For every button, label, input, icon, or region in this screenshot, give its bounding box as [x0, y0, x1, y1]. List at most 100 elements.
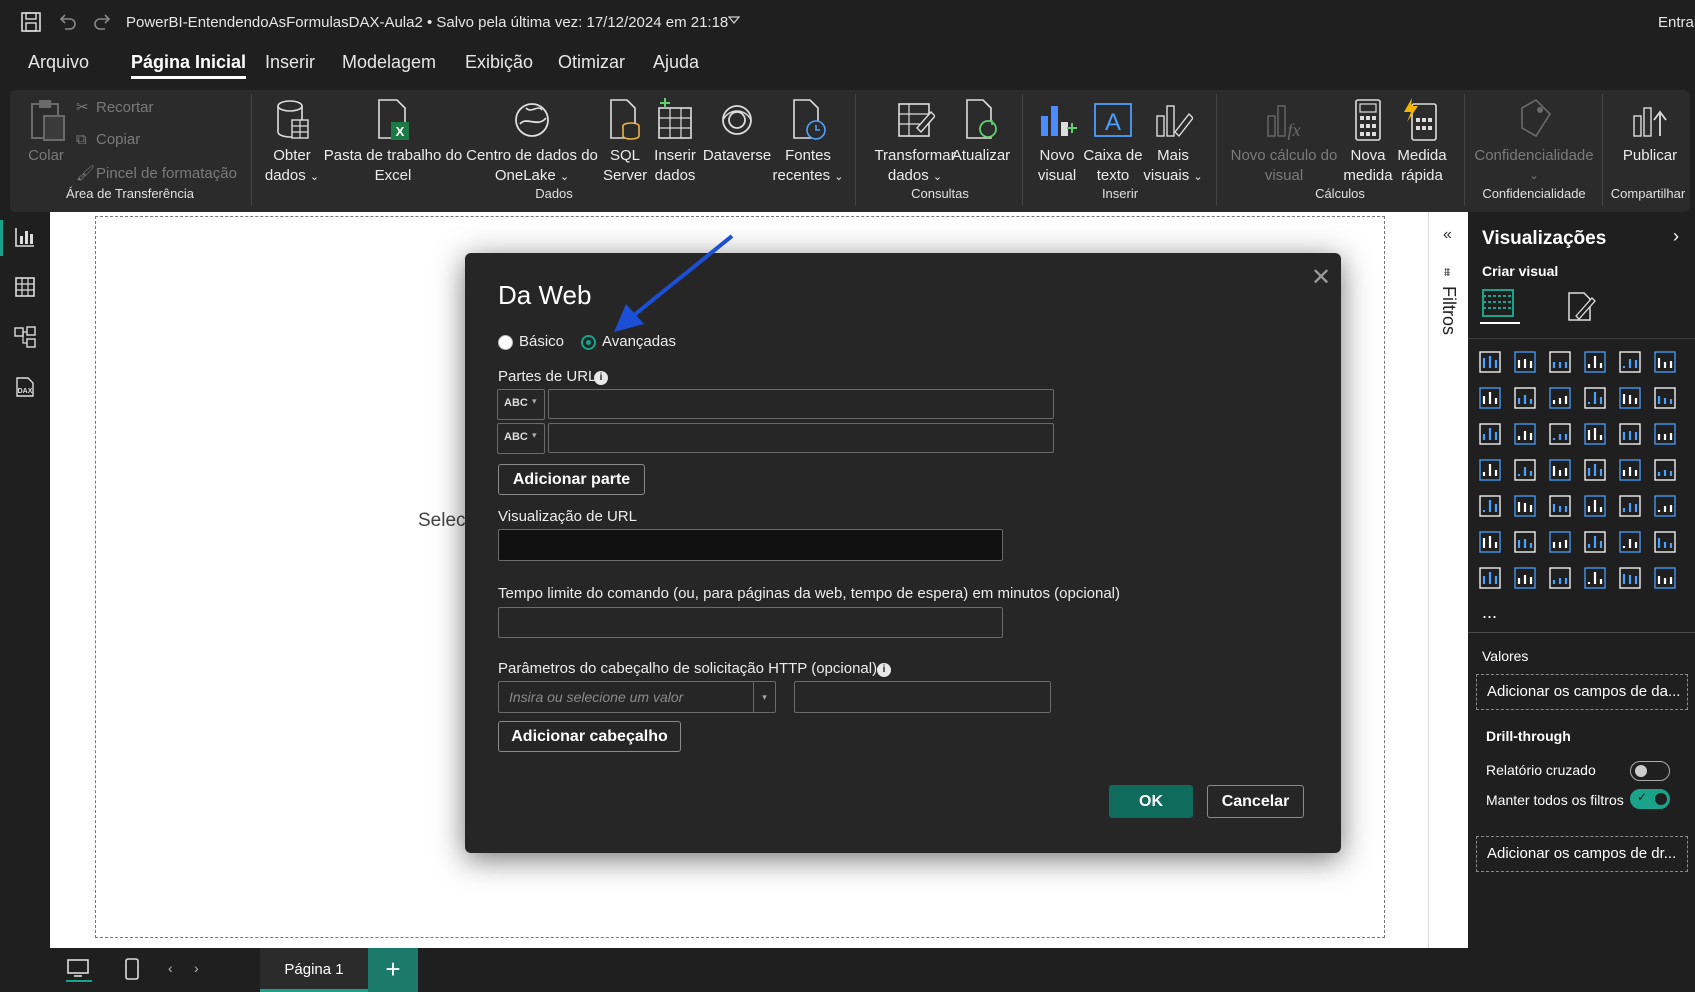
keep-filters-toggle[interactable]: ✓ [1630, 789, 1670, 809]
undo-icon[interactable] [56, 11, 78, 33]
line-chart-icon[interactable] [1478, 386, 1502, 410]
100-stacked-area-chart-icon[interactable] [1583, 386, 1607, 410]
visual-calculation-button[interactable]: fx Novo cálculo do visual [1226, 98, 1342, 186]
url-part-input-1[interactable] [548, 389, 1054, 419]
funnel-chart-icon[interactable] [1548, 422, 1572, 446]
chevron-left-icon[interactable]: ‹ [168, 960, 173, 976]
cut-button[interactable]: ✂ Recortar [76, 98, 154, 116]
values-drop-zone[interactable]: Adicionar os campos de da... [1476, 674, 1688, 710]
publish-button[interactable]: Publicar [1612, 98, 1688, 166]
chevron-right-icon[interactable]: › [194, 960, 199, 976]
close-icon[interactable]: ✕ [1311, 263, 1331, 292]
copy-button[interactable]: ⧉ Copiar [76, 131, 140, 148]
table-icon[interactable] [1583, 494, 1607, 518]
info-icon[interactable]: i [594, 371, 608, 385]
format-visual-icon[interactable] [1566, 290, 1596, 322]
metrics-icon[interactable] [1653, 530, 1677, 554]
more-visual-icon[interactable] [1653, 566, 1677, 590]
decomposition-tree-icon[interactable] [1548, 530, 1572, 554]
model-view-icon[interactable] [14, 326, 36, 348]
desktop-layout-icon[interactable] [66, 958, 92, 982]
header-value-input[interactable] [794, 681, 1051, 713]
url-part-type-2[interactable]: ABC ▾ [497, 423, 545, 454]
gauge-icon[interactable] [1618, 458, 1642, 482]
expand-icon[interactable]: « [1443, 226, 1452, 244]
ok-button[interactable]: OK [1109, 785, 1193, 818]
text-box-button[interactable]: A Caixa de texto [1082, 98, 1144, 186]
chevron-down-icon[interactable]: ▾ [753, 682, 775, 712]
refresh-button[interactable]: Atualizar [949, 98, 1013, 166]
url-part-input-2[interactable] [548, 423, 1054, 453]
power-automate-icon[interactable] [1548, 566, 1572, 590]
tab-inserir[interactable]: Inserir [265, 52, 315, 73]
quick-measure-button[interactable]: Medida rápida [1394, 98, 1450, 186]
python-visual-icon[interactable] [1478, 530, 1502, 554]
sign-in-link[interactable]: Entrar [1658, 14, 1695, 31]
scatter-chart-icon[interactable] [1583, 422, 1607, 446]
clustered-column-chart-icon[interactable] [1583, 350, 1607, 374]
mobile-layout-icon[interactable] [124, 958, 140, 980]
stacked-area-chart-icon[interactable] [1548, 386, 1572, 410]
url-part-type-1[interactable]: ABC ▾ [497, 389, 545, 420]
save-icon[interactable] [20, 11, 42, 33]
line-and-clustered-column-chart-icon[interactable] [1653, 386, 1677, 410]
multi-row-card-icon[interactable] [1478, 494, 1502, 518]
new-measure-button[interactable]: Nova medida [1342, 98, 1394, 186]
sensitivity-button[interactable]: Confidencialidade ⌄ [1470, 98, 1598, 186]
azure-map-icon[interactable] [1583, 458, 1607, 482]
filled-map-icon[interactable] [1548, 458, 1572, 482]
recent-sources-button[interactable]: Fontes recentes ⌄ [772, 98, 844, 187]
r-visual-icon[interactable] [1653, 494, 1677, 518]
excel-workbook-button[interactable]: X Pasta de trabalho do Excel [323, 98, 463, 186]
header-name-combobox[interactable]: Insira ou selecione um valor ▾ [498, 681, 776, 713]
qa-icon[interactable] [1583, 530, 1607, 554]
tab-modelagem[interactable]: Modelagem [342, 52, 436, 73]
card-icon[interactable] [1653, 458, 1677, 482]
info-icon[interactable]: i [877, 663, 891, 677]
cancel-button[interactable]: Cancelar [1207, 785, 1304, 818]
100-stacked-column-chart-icon[interactable] [1653, 350, 1677, 374]
onelake-button[interactable]: Centro de dados do OneLake ⌄ [463, 98, 601, 187]
enter-data-button[interactable]: Inserir dados [650, 98, 700, 186]
tab-arquivo[interactable]: Arquivo [28, 52, 89, 73]
table-view-icon[interactable] [14, 276, 36, 298]
sql-server-button[interactable]: SQL Server [603, 98, 647, 186]
pie-chart-icon[interactable] [1618, 422, 1642, 446]
matrix-icon[interactable] [1618, 494, 1642, 518]
cross-report-toggle[interactable] [1630, 761, 1670, 781]
more-visuals-ellipsis[interactable]: ... [1482, 602, 1497, 623]
line-and-column-chart-icon[interactable] [1618, 386, 1642, 410]
arcgis-map-icon[interactable] [1583, 566, 1607, 590]
clustered-bar-chart-icon[interactable] [1548, 350, 1572, 374]
timeout-input[interactable] [498, 607, 1003, 638]
drillthrough-drop-zone[interactable]: Adicionar os campos de dr... [1476, 836, 1688, 872]
treemap-icon[interactable] [1478, 458, 1502, 482]
stacked-bar-chart-icon[interactable] [1478, 350, 1502, 374]
kpi-icon[interactable] [1513, 494, 1537, 518]
map-icon[interactable] [1513, 458, 1537, 482]
new-visual-button[interactable]: Novo visual [1032, 98, 1082, 186]
format-painter-button[interactable]: 🖌Pincel de formatação [76, 164, 237, 182]
power-apps-diamond-icon[interactable] [1618, 566, 1642, 590]
report-view-icon[interactable] [14, 226, 36, 248]
page-tab-1[interactable]: Página 1 [260, 948, 368, 992]
more-visuals-button[interactable]: Mais visuais ⌄ [1142, 98, 1204, 187]
dataverse-button[interactable]: Dataverse [700, 98, 774, 166]
add-header-button[interactable]: Adicionar cabeçalho [498, 721, 681, 752]
radio-basic[interactable] [498, 335, 513, 350]
chevron-down-icon[interactable] [728, 16, 740, 26]
tab-ajuda[interactable]: Ajuda [653, 52, 699, 73]
add-part-button[interactable]: Adicionar parte [498, 464, 645, 495]
tab-otimizar[interactable]: Otimizar [558, 52, 625, 73]
tab-exibicao[interactable]: Exibição [465, 52, 533, 73]
waterfall-chart-icon[interactable] [1513, 422, 1537, 446]
build-visual-tab[interactable] [1480, 286, 1520, 324]
stacked-column-chart-icon[interactable] [1513, 350, 1537, 374]
chevron-right-icon[interactable]: › [1673, 226, 1679, 247]
100-stacked-bar-chart-icon[interactable] [1618, 350, 1642, 374]
add-page-button[interactable]: + [368, 948, 418, 992]
ribbon-chart-icon[interactable] [1478, 422, 1502, 446]
dax-query-view-icon[interactable]: DAX [14, 376, 36, 398]
redo-icon[interactable] [92, 11, 114, 33]
filters-pane-collapsed[interactable]: « ⩩ Filtros [1428, 212, 1468, 948]
